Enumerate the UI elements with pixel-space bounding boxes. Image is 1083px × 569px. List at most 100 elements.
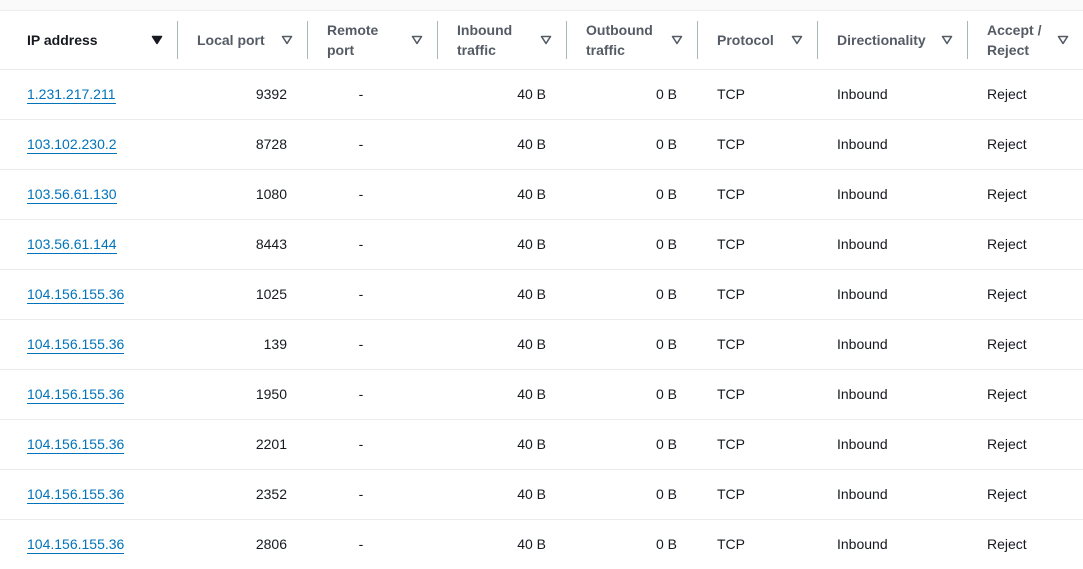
ip-address-link[interactable]: 103.102.230.2 [27, 136, 117, 154]
ip-address-link[interactable]: 104.156.155.36 [27, 286, 125, 304]
accept-reject-cell: Reject [967, 69, 1083, 120]
directionality-cell: Inbound [817, 269, 967, 320]
outbound-traffic-value: 0 B [655, 436, 677, 452]
column-header-outbound-traffic[interactable]: Outbound traffic [566, 11, 697, 70]
outbound-traffic-cell: 0 B [566, 69, 697, 120]
column-divider[interactable] [697, 21, 698, 59]
column-divider[interactable] [566, 21, 567, 59]
accept-reject-cell: Reject [967, 369, 1083, 420]
table-row: 104.156.155.36 1025 - 40 B 0 B TCP Inbound Reje… [0, 269, 1083, 320]
protocol-cell: TCP [697, 369, 817, 420]
column-header-label: Protocol [717, 32, 774, 48]
remote-port-cell: - [307, 119, 437, 170]
inbound-traffic-cell: 40 B [437, 319, 566, 370]
accept-reject-value: Reject [987, 486, 1027, 502]
caret-down-filter-icon[interactable] [151, 34, 163, 46]
remote-port-cell: - [307, 369, 437, 420]
accept-reject-value: Reject [987, 336, 1027, 352]
local-port-value: 1080 [255, 186, 287, 202]
column-divider[interactable] [967, 21, 968, 59]
local-port-cell: 1080 [177, 169, 307, 220]
column-header-label-line: Reject [987, 41, 1030, 58]
caret-down-filter-icon[interactable] [540, 34, 552, 46]
outbound-traffic-value: 0 B [655, 386, 677, 402]
column-header-label-line: Accept / [987, 21, 1042, 38]
caret-down-filter-icon[interactable] [941, 34, 953, 46]
ip-address-link[interactable]: 103.56.61.130 [27, 186, 117, 204]
directionality-cell: Inbound [817, 69, 967, 120]
inbound-traffic-cell: 40 B [437, 169, 566, 220]
inbound-traffic-value: 40 B [517, 236, 546, 252]
inbound-traffic-value: 40 B [517, 136, 546, 152]
ip-address-link[interactable]: 104.156.155.36 [27, 386, 125, 404]
caret-down-filter-icon[interactable] [1057, 34, 1069, 46]
remote-port-cell: - [307, 469, 437, 520]
remote-port-value: - [358, 336, 364, 352]
ip-address-link[interactable]: 104.156.155.36 [27, 536, 125, 555]
accept-reject-value: Reject [987, 236, 1027, 252]
inbound-traffic-value: 40 B [517, 86, 546, 102]
ip-address-link[interactable]: 104.156.155.36 [27, 486, 125, 504]
directionality-value: Inbound [837, 86, 888, 102]
local-port-value: 1025 [255, 286, 287, 302]
directionality-value: Inbound [837, 436, 888, 452]
ip-address-link[interactable]: 104.156.155.36 [27, 336, 125, 354]
protocol-value: TCP [717, 86, 745, 102]
local-port-cell: 2201 [177, 419, 307, 470]
column-header-inbound-traffic[interactable]: Inbound traffic [437, 11, 566, 70]
remote-port-value: - [358, 436, 364, 452]
table-row: 104.156.155.36 2352 - 40 B 0 B TCP Inbound Reje… [0, 469, 1083, 520]
accept-reject-value: Reject [987, 536, 1027, 553]
outbound-traffic-value: 0 B [655, 286, 677, 302]
column-header-protocol[interactable]: Protocol [697, 11, 817, 70]
local-port-value: 8443 [255, 236, 287, 252]
remote-port-cell: - [307, 519, 437, 569]
column-divider[interactable] [307, 21, 308, 59]
table-row: 103.102.230.2 8728 - 40 B 0 B TCP Inbound Rejec… [0, 119, 1083, 170]
local-port-value: 139 [263, 336, 287, 352]
table-row: 104.156.155.36 139 - 40 B 0 B TCP Inbound Rejec… [0, 319, 1083, 370]
column-divider[interactable] [177, 21, 178, 59]
ip-address-link[interactable]: 1.231.217.211 [27, 86, 116, 104]
local-port-value: 1950 [255, 386, 287, 402]
ip-address-link[interactable]: 104.156.155.36 [27, 436, 125, 454]
caret-down-filter-icon[interactable] [791, 34, 803, 46]
column-header-label: Remote port [327, 22, 378, 58]
local-port-value: 2806 [255, 536, 287, 553]
column-header-ip-address[interactable]: IP address [0, 11, 177, 70]
column-divider[interactable] [437, 21, 438, 59]
column-header-local-port[interactable]: Local port [177, 11, 307, 70]
column-header-label-line: Remote [327, 21, 379, 38]
ip-address-cell: 103.56.61.130 [0, 169, 177, 220]
protocol-value: TCP [717, 186, 745, 202]
ip-address-link[interactable]: 103.56.61.144 [27, 236, 117, 254]
outbound-traffic-cell: 0 B [566, 119, 697, 170]
accept-reject-cell: Reject [967, 219, 1083, 270]
local-port-cell: 2806 [177, 519, 307, 569]
column-header-label: Outbound traffic [586, 22, 653, 58]
caret-down-filter-icon[interactable] [671, 34, 683, 46]
column-header-label: IP address [27, 32, 98, 48]
ip-address-cell: 103.102.230.2 [0, 119, 177, 170]
protocol-cell: TCP [697, 419, 817, 470]
caret-down-filter-icon[interactable] [411, 34, 423, 46]
local-port-cell: 8728 [177, 119, 307, 170]
accept-reject-value: Reject [987, 286, 1027, 302]
column-divider[interactable] [817, 21, 818, 59]
directionality-cell: Inbound [817, 369, 967, 420]
outbound-traffic-value: 0 B [655, 86, 677, 102]
inbound-traffic-value: 40 B [517, 186, 546, 202]
ip-address-cell: 104.156.155.36 [0, 519, 177, 569]
column-header-accept-reject[interactable]: Accept / Reject [967, 11, 1083, 70]
protocol-value: TCP [717, 536, 745, 553]
caret-down-filter-icon[interactable] [281, 34, 293, 46]
column-header-label-line: port [327, 41, 355, 58]
protocol-value: TCP [717, 336, 745, 352]
directionality-cell: Inbound [817, 219, 967, 270]
local-port-value: 2201 [255, 436, 287, 452]
local-port-cell: 8443 [177, 219, 307, 270]
column-header-directionality[interactable]: Directionality [817, 11, 967, 70]
ip-address-cell: 104.156.155.36 [0, 269, 177, 320]
column-header-remote-port[interactable]: Remote port [307, 11, 437, 70]
top-strip [0, 0, 1083, 11]
